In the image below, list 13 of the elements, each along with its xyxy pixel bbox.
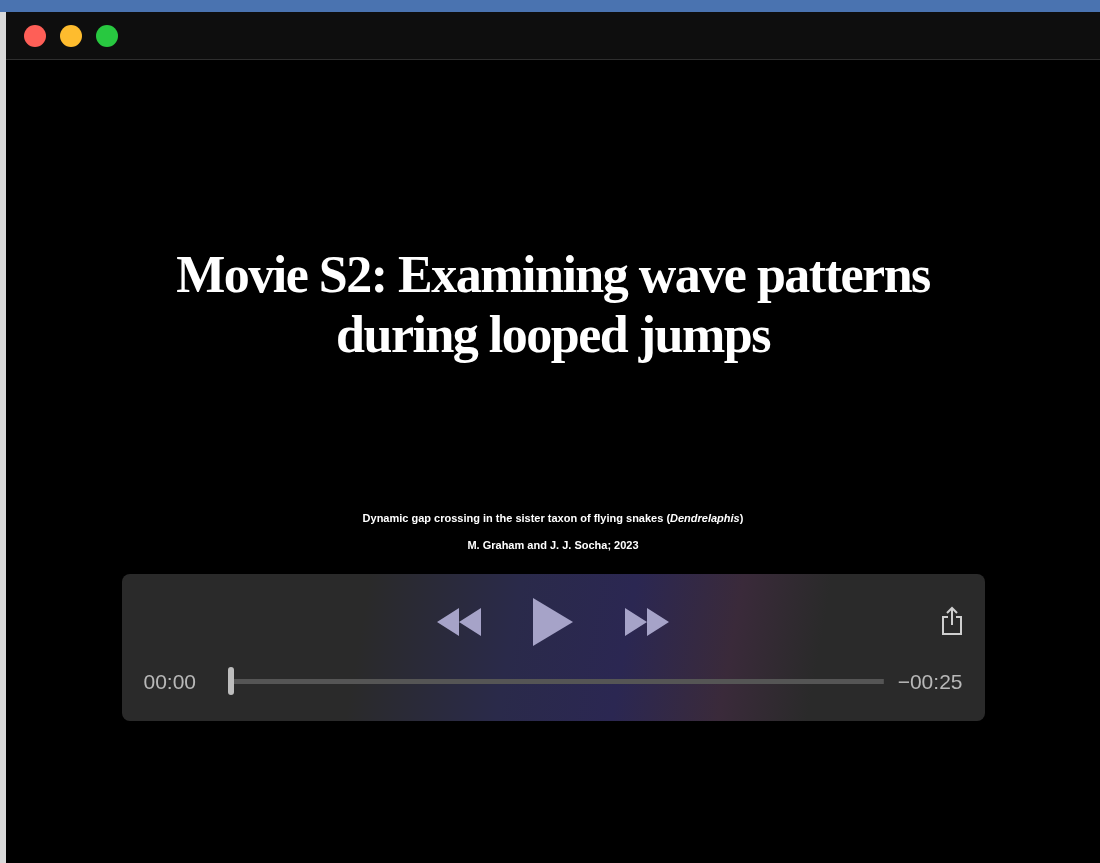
zoom-button[interactable]: [96, 24, 118, 47]
share-button[interactable]: [940, 605, 963, 636]
elapsed-time: 00:00: [143, 668, 197, 695]
progress-thumb[interactable]: [228, 667, 235, 696]
rewind-button[interactable]: [435, 605, 483, 638]
fast-forward-button[interactable]: [623, 605, 671, 638]
minimize-button[interactable]: [60, 24, 82, 47]
remaining-time: −00:25: [897, 668, 963, 695]
video-credit: M. Graham and J. J. Socha; 2023: [467, 538, 639, 554]
close-button[interactable]: [24, 24, 46, 47]
video-subtitle: Dynamic gap crossing in the sister taxon of flying snakes (Dendrelaphis): [362, 510, 744, 526]
play-button[interactable]: [531, 596, 575, 647]
video-title: Movie S2: Examining wave patterns during looped jumps: [175, 245, 931, 365]
